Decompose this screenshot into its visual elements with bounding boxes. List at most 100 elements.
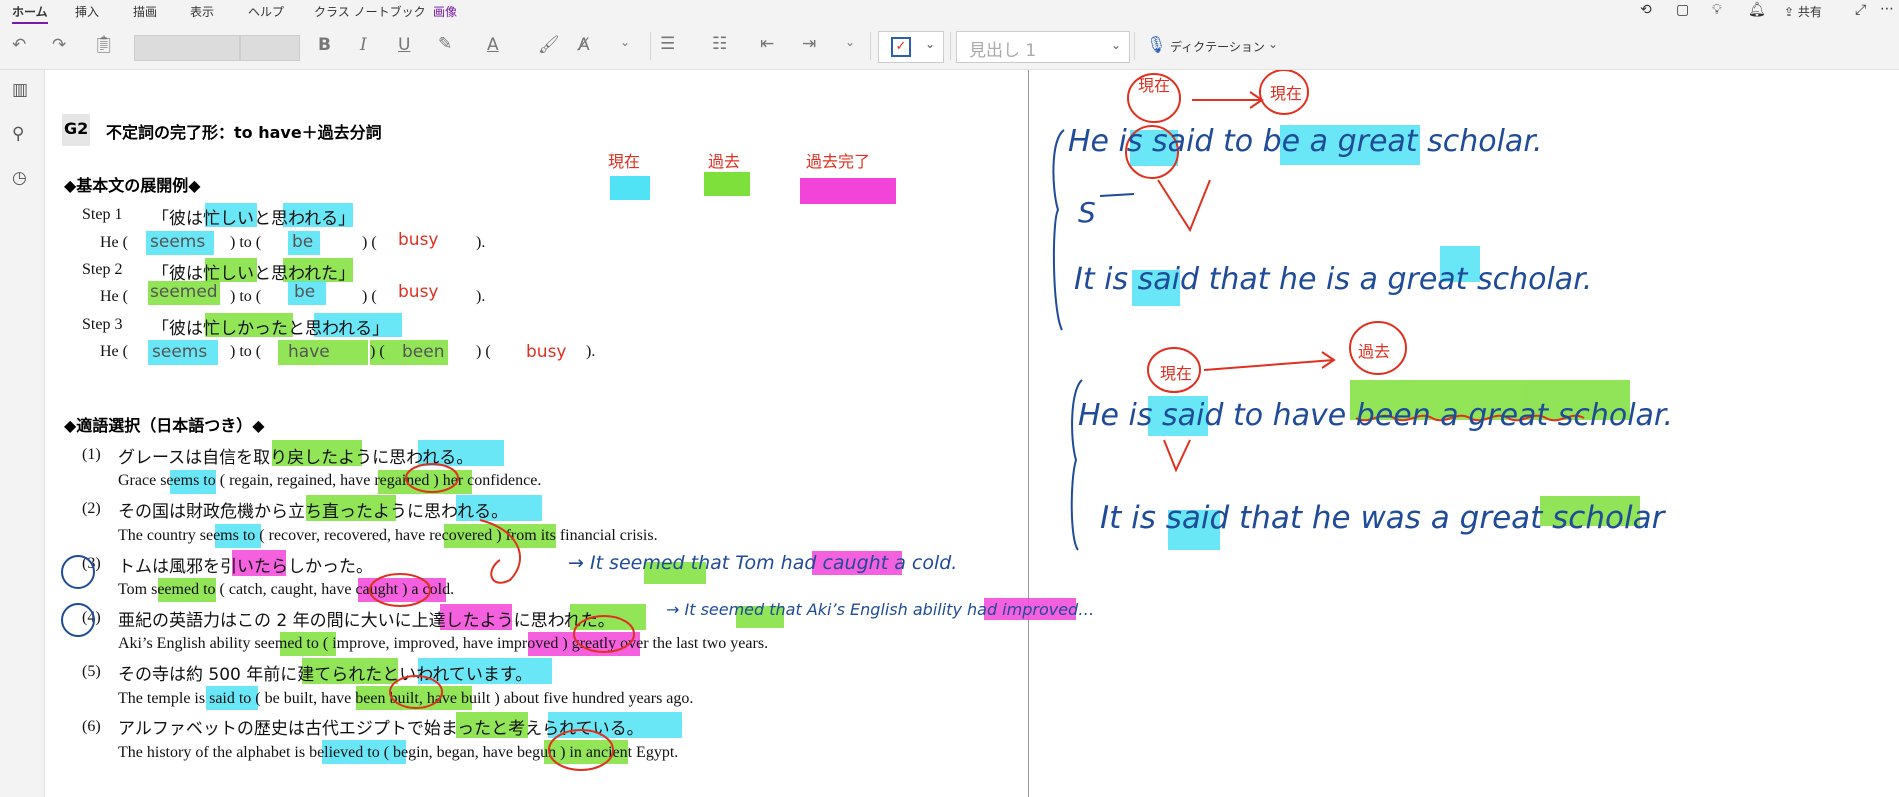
checkbox-tag-icon: ✓ — [891, 37, 911, 57]
step2-to: ) to ( — [230, 288, 262, 305]
legend-past-perfect-label: 過去完了 — [806, 152, 871, 171]
clipboard-icon[interactable]: 📋︎ — [93, 35, 115, 55]
step2-end: ). — [476, 288, 486, 305]
step2-answer-b: be — [294, 282, 316, 302]
handwritten-kako: 過去 — [1358, 342, 1391, 361]
share-button[interactable]: ⇪ 共有 — [1784, 3, 1822, 20]
recent-icon[interactable]: ◷ — [12, 168, 27, 188]
font-family-box[interactable] — [134, 35, 240, 61]
section-tag: G2 — [64, 119, 89, 138]
heading-style-value: 見出し 1 — [969, 41, 1037, 61]
legend-past-perfect-swatch — [800, 178, 896, 204]
tab-insert[interactable]: 挿入 — [75, 3, 99, 20]
highlight-icon[interactable]: ✎ — [438, 34, 452, 54]
clear-format-icon[interactable]: A̸ — [578, 35, 590, 55]
step3-paren2: ) ( — [476, 343, 491, 360]
chevron-down-icon: ⌄ — [1268, 37, 1279, 51]
expand-icon[interactable]: ⤢ — [1855, 2, 1866, 18]
tag-dropdown[interactable]: ✓ ⌄ — [878, 31, 944, 63]
step2-he: He ( — [100, 288, 128, 305]
legend-present-swatch — [610, 176, 650, 200]
ribbon-tab-bar: ホーム 挿入 描画 表示 ヘルプ クラス ノートブック 画像 ⟲ ▢ 💡︎ 🔔︎… — [0, 0, 1899, 24]
step1-end: ). — [476, 234, 486, 251]
step3-label: Step 3 — [82, 316, 123, 333]
bold-icon[interactable]: B — [318, 35, 331, 55]
step2-label: Step 2 — [82, 261, 123, 278]
step3-end: ). — [586, 343, 596, 360]
pages-icon[interactable]: ▢ — [1676, 2, 1689, 18]
lightbulb-icon[interactable]: 💡︎ — [1712, 2, 1722, 18]
handwritten-subject-label: S — [1078, 196, 1096, 229]
tab-view[interactable]: 表示 — [190, 3, 214, 20]
step1-to: ) to ( — [230, 234, 262, 251]
chevron-down-icon: ⌄ — [1111, 38, 1122, 52]
step1-answer-b: be — [292, 232, 314, 252]
step2-answer-c: busy — [398, 282, 439, 302]
step2-paren: ) ( — [362, 288, 377, 305]
tab-class-notebook[interactable]: クラス ノートブック — [314, 3, 426, 20]
bell-icon[interactable]: 🔔︎ — [1748, 2, 1766, 18]
page-divider-line — [1028, 70, 1029, 797]
tab-draw[interactable]: 描画 — [133, 3, 157, 20]
step3-answer-b: have — [288, 342, 330, 362]
toolbar-divider — [1134, 32, 1135, 60]
handwritten-note-q4: → It seemed that Aki’s English ability h… — [666, 600, 1095, 619]
toolbar-divider — [650, 32, 651, 60]
legend-past-label: 過去 — [708, 152, 741, 171]
handwritten-genzai-3: 現在 — [1160, 364, 1193, 383]
step3-jp: 「彼は忙しかったと思われる」 — [152, 319, 390, 339]
chevron-down-icon: ⌄ — [925, 37, 936, 51]
toolbar-divider — [950, 32, 951, 60]
chevron-down-icon[interactable]: ⌄ — [845, 35, 855, 49]
handwritten-sentence-1: He is said to be a great scholar. — [1068, 124, 1543, 159]
handwritten-genzai-1: 現在 — [1138, 76, 1171, 95]
chevron-down-icon[interactable]: ⌄ — [620, 35, 630, 49]
step2-answer-a: seemed — [150, 282, 218, 302]
step3-he: He ( — [100, 343, 128, 360]
heading-style-select[interactable]: 見出し 1 ⌄ — [956, 31, 1130, 63]
step1-paren: ) ( — [362, 234, 377, 251]
bullet-list-icon[interactable]: ☰ — [660, 34, 675, 54]
handwritten-sentence-2: It is said that he is a great scholar. — [1074, 262, 1593, 297]
redo-icon[interactable]: ↷ — [52, 35, 66, 55]
step3-answer-d: busy — [526, 342, 567, 362]
step3-paren1: ) ( — [370, 343, 385, 360]
underline-icon[interactable]: U — [398, 35, 410, 55]
font-color-icon[interactable]: A — [487, 35, 499, 55]
undo-icon[interactable]: ↶ — [12, 35, 26, 55]
step3-answer-a: seems — [152, 342, 208, 362]
tab-picture[interactable]: 画像 — [433, 3, 457, 20]
step3-answer-c: been — [402, 342, 445, 362]
font-size-box[interactable] — [240, 35, 300, 61]
handwritten-genzai-2: 現在 — [1270, 84, 1303, 103]
navigation-rail: ▥ ⚲ ◷ — [0, 70, 45, 797]
red-ink-annotations-left — [61, 463, 635, 771]
notebooks-icon[interactable]: ▥ — [12, 80, 28, 100]
handwritten-sentence-3: He is said to have been a great scholar. — [1078, 398, 1674, 433]
italic-icon[interactable]: I — [360, 35, 367, 55]
legend-present-label: 現在 — [608, 152, 641, 171]
step1-label: Step 1 — [82, 206, 123, 223]
outdent-icon[interactable]: ⇤ — [760, 34, 774, 54]
step3-to: ) to ( — [230, 343, 262, 360]
tab-help[interactable]: ヘルプ — [248, 3, 284, 20]
section-heading-basic: ◆基本文の展開例◆ — [64, 176, 201, 195]
legend-past-swatch — [704, 172, 750, 196]
search-icon[interactable]: ⚲ — [12, 124, 24, 144]
dictation-label: ディクテーション — [1170, 40, 1265, 54]
page-title: 不定詞の完了形：to have＋過去分詞 — [106, 123, 382, 142]
step1-answer-c: busy — [398, 230, 439, 250]
numbered-list-icon[interactable]: ☷ — [712, 34, 727, 54]
step1-he: He ( — [100, 234, 128, 251]
tab-home[interactable]: ホーム — [12, 3, 48, 24]
ribbon-toolbar: ↶ ↷ 📋︎ B I U ✎ A 🖌︎ A̸ ⌄ ☰ ☷ ⇤ ⇥ ⌄ ✓ ⌄ 見… — [0, 24, 1899, 70]
dictation-button[interactable]: 🎙︎ ディクテーション ⌄ — [1144, 31, 1284, 61]
format-painter-icon[interactable]: 🖌︎ — [538, 35, 560, 55]
indent-icon[interactable]: ⇥ — [802, 34, 816, 54]
more-icon[interactable]: ⋯ — [1880, 1, 1894, 17]
handwritten-sentence-4: It is said that he was a great scholar — [1100, 500, 1665, 536]
step1-jp: 「彼は忙しいと思われる」 — [152, 209, 356, 229]
toolbar-divider — [870, 32, 871, 60]
step1-answer-a: seems — [150, 232, 206, 252]
catch-up-icon[interactable]: ⟲ — [1640, 2, 1652, 18]
